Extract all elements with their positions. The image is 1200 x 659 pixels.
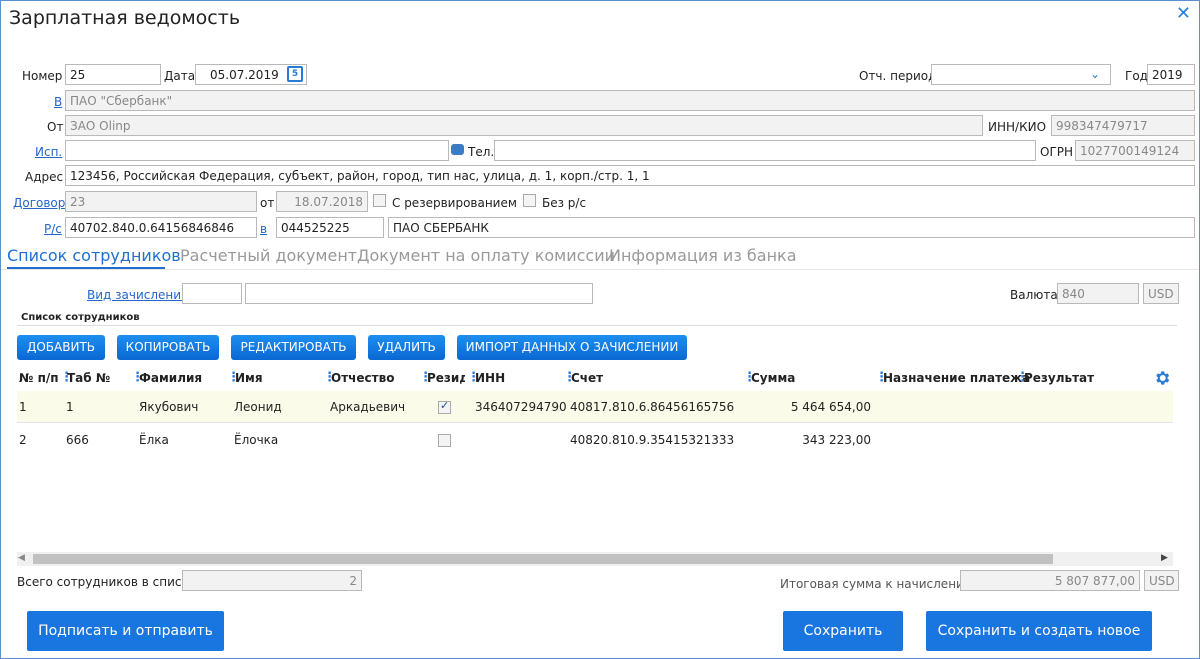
total-sum-label: Итоговая сумма к начислению: [780, 577, 974, 591]
contract-from-label: от: [260, 196, 275, 210]
add-button[interactable]: ДОБАВИТЬ: [17, 335, 105, 360]
account-field[interactable]: 40702.840.0.64156846846: [65, 217, 257, 238]
recipient-link[interactable]: В: [54, 95, 62, 109]
col-header-sum[interactable]: Сумма: [751, 371, 795, 385]
reserve-label: С резервированием: [392, 196, 517, 210]
chevron-down-icon[interactable]: ⌄: [1090, 67, 1100, 81]
cell-sum: 343 223,00: [802, 433, 871, 447]
bank-bic-field[interactable]: 044525225: [276, 217, 384, 238]
inn-label: ИНН/КИО: [988, 120, 1047, 134]
ogrn-label: ОГРН: [1040, 145, 1074, 159]
period-label: Отч. период: [859, 69, 937, 83]
inn-field: 998347479717: [1051, 115, 1195, 136]
edit-button[interactable]: РЕДАКТИРОВАТЬ: [231, 335, 356, 360]
no-account-label: Без р/с: [542, 196, 587, 210]
total-sum-currency-field: USD: [1144, 570, 1179, 591]
cell-middle-name: Аркадьевич: [330, 400, 406, 414]
horizontal-scrollbar[interactable]: ◀ ▶: [17, 552, 1173, 566]
delete-button[interactable]: УДАЛИТЬ: [368, 335, 445, 360]
col-header-middle-name[interactable]: Отчество: [331, 371, 394, 385]
col-header-purpose[interactable]: Назначение платежа: [883, 371, 1030, 385]
cell-num: 1: [19, 400, 27, 414]
cell-last-name: Ёлка: [139, 433, 169, 447]
cell-inn: 346407294790: [475, 400, 567, 414]
cell-first-name: Ёлочка: [234, 433, 279, 447]
resident-checkbox[interactable]: [438, 399, 451, 414]
import-button[interactable]: ИМПОРТ ДАННЫХ О ЗАЧИСЛЕНИИ: [457, 335, 687, 360]
cell-tab: 1: [66, 400, 74, 414]
bank-link[interactable]: в: [260, 222, 267, 236]
from-label: От: [47, 120, 64, 134]
cell-first-name: Леонид: [234, 400, 282, 414]
cell-num: 2: [19, 433, 27, 447]
scrollbar-thumb[interactable]: [33, 554, 1053, 564]
tab-bank-info[interactable]: Информация из банка: [609, 246, 797, 265]
total-employees-label: Всего сотрудников в списке: [17, 575, 197, 589]
tab-commission-document[interactable]: Документ на оплату комиссии: [357, 246, 615, 265]
copy-button[interactable]: КОПИРОВАТЬ: [117, 335, 219, 360]
total-employees-field: 2: [182, 570, 362, 591]
section-divider: [17, 325, 1177, 326]
scroll-right-icon[interactable]: ▶: [1161, 553, 1168, 563]
reserve-checkbox[interactable]: [373, 194, 386, 207]
settings-gear-icon[interactable]: [1153, 369, 1171, 387]
accrual-type-name-field[interactable]: [245, 283, 593, 304]
col-header-last-name[interactable]: Фамилия: [139, 371, 202, 385]
close-icon[interactable]: ✕: [1176, 5, 1191, 23]
account-link[interactable]: Р/с: [44, 222, 62, 236]
col-header-resident[interactable]: Резиде: [427, 371, 465, 385]
accrual-type-code-field[interactable]: [182, 283, 242, 304]
col-header-inn[interactable]: ИНН: [475, 371, 505, 385]
accrual-type-link[interactable]: Вид зачисления: [87, 288, 188, 302]
recipient-field: ПАО "Сбербанк": [65, 90, 1195, 111]
total-sum-field: 5 807 877,00: [960, 570, 1140, 591]
col-header-first-name[interactable]: Имя: [235, 371, 263, 385]
tel-label: Тел.: [468, 145, 495, 159]
bank-name-field[interactable]: ПАО СБЕРБАНК: [388, 217, 1195, 238]
number-label: Номер: [22, 69, 63, 83]
currency-name-field: USD: [1143, 283, 1179, 304]
period-select[interactable]: [931, 64, 1111, 85]
table-row[interactable]: 2 666 Ёлка Ёлочка 40820.810.9.3541532133…: [17, 423, 1173, 455]
contract-date-field: 18.07.2018: [276, 191, 368, 212]
window-title: Зарплатная ведомость: [9, 7, 241, 29]
salary-statement-window: Зарплатная ведомость ✕ Номер 25 Дата 05.…: [0, 0, 1200, 659]
tel-field[interactable]: [494, 140, 1036, 161]
from-field: ЗАО Olinp: [65, 115, 983, 136]
scroll-left-icon[interactable]: ◀: [18, 553, 25, 563]
number-field[interactable]: 25: [65, 64, 161, 85]
year-label: Год: [1125, 69, 1148, 83]
tab-payment-document[interactable]: Расчетный документ: [180, 246, 357, 265]
currency-label: Валюта: [1010, 288, 1058, 302]
contact-icon[interactable]: [451, 144, 464, 155]
col-header-result[interactable]: Результат: [1024, 371, 1094, 385]
save-and-create-new-button[interactable]: Сохранить и создать новое: [926, 611, 1152, 651]
executor-link[interactable]: Исп.: [35, 145, 62, 159]
col-header-tab[interactable]: Таб №: [67, 371, 110, 385]
tabs-divider: [1, 269, 1199, 270]
col-header-num[interactable]: № п/п: [19, 371, 59, 385]
sign-and-send-button[interactable]: Подписать и отправить: [27, 611, 224, 651]
no-account-checkbox[interactable]: [523, 194, 536, 207]
executor-field[interactable]: [65, 140, 449, 161]
contract-link[interactable]: Договор: [13, 196, 65, 210]
tab-employees[interactable]: Список сотрудников: [7, 246, 181, 265]
cell-tab: 666: [66, 433, 89, 447]
section-title: Список сотрудников: [21, 312, 140, 323]
address-label: Адрес: [25, 170, 64, 184]
contract-field: 23: [65, 191, 257, 212]
table-row[interactable]: 1 1 Якубович Леонид Аркадьевич 346407294…: [17, 391, 1173, 423]
cell-last-name: Якубович: [139, 400, 199, 414]
currency-code-field: 840: [1057, 283, 1139, 304]
col-header-account[interactable]: Счет: [571, 371, 603, 385]
year-field[interactable]: 2019: [1147, 64, 1195, 85]
date-label: Дата: [164, 69, 196, 83]
cell-sum: 5 464 654,00: [790, 400, 871, 414]
ogrn-field: 1027700149124: [1075, 140, 1195, 161]
calendar-icon[interactable]: 5: [287, 66, 303, 82]
address-field[interactable]: 123456, Российская Федерация, субъект, р…: [65, 165, 1195, 186]
save-button[interactable]: Сохранить: [783, 611, 903, 651]
resident-checkbox[interactable]: [438, 434, 451, 447]
